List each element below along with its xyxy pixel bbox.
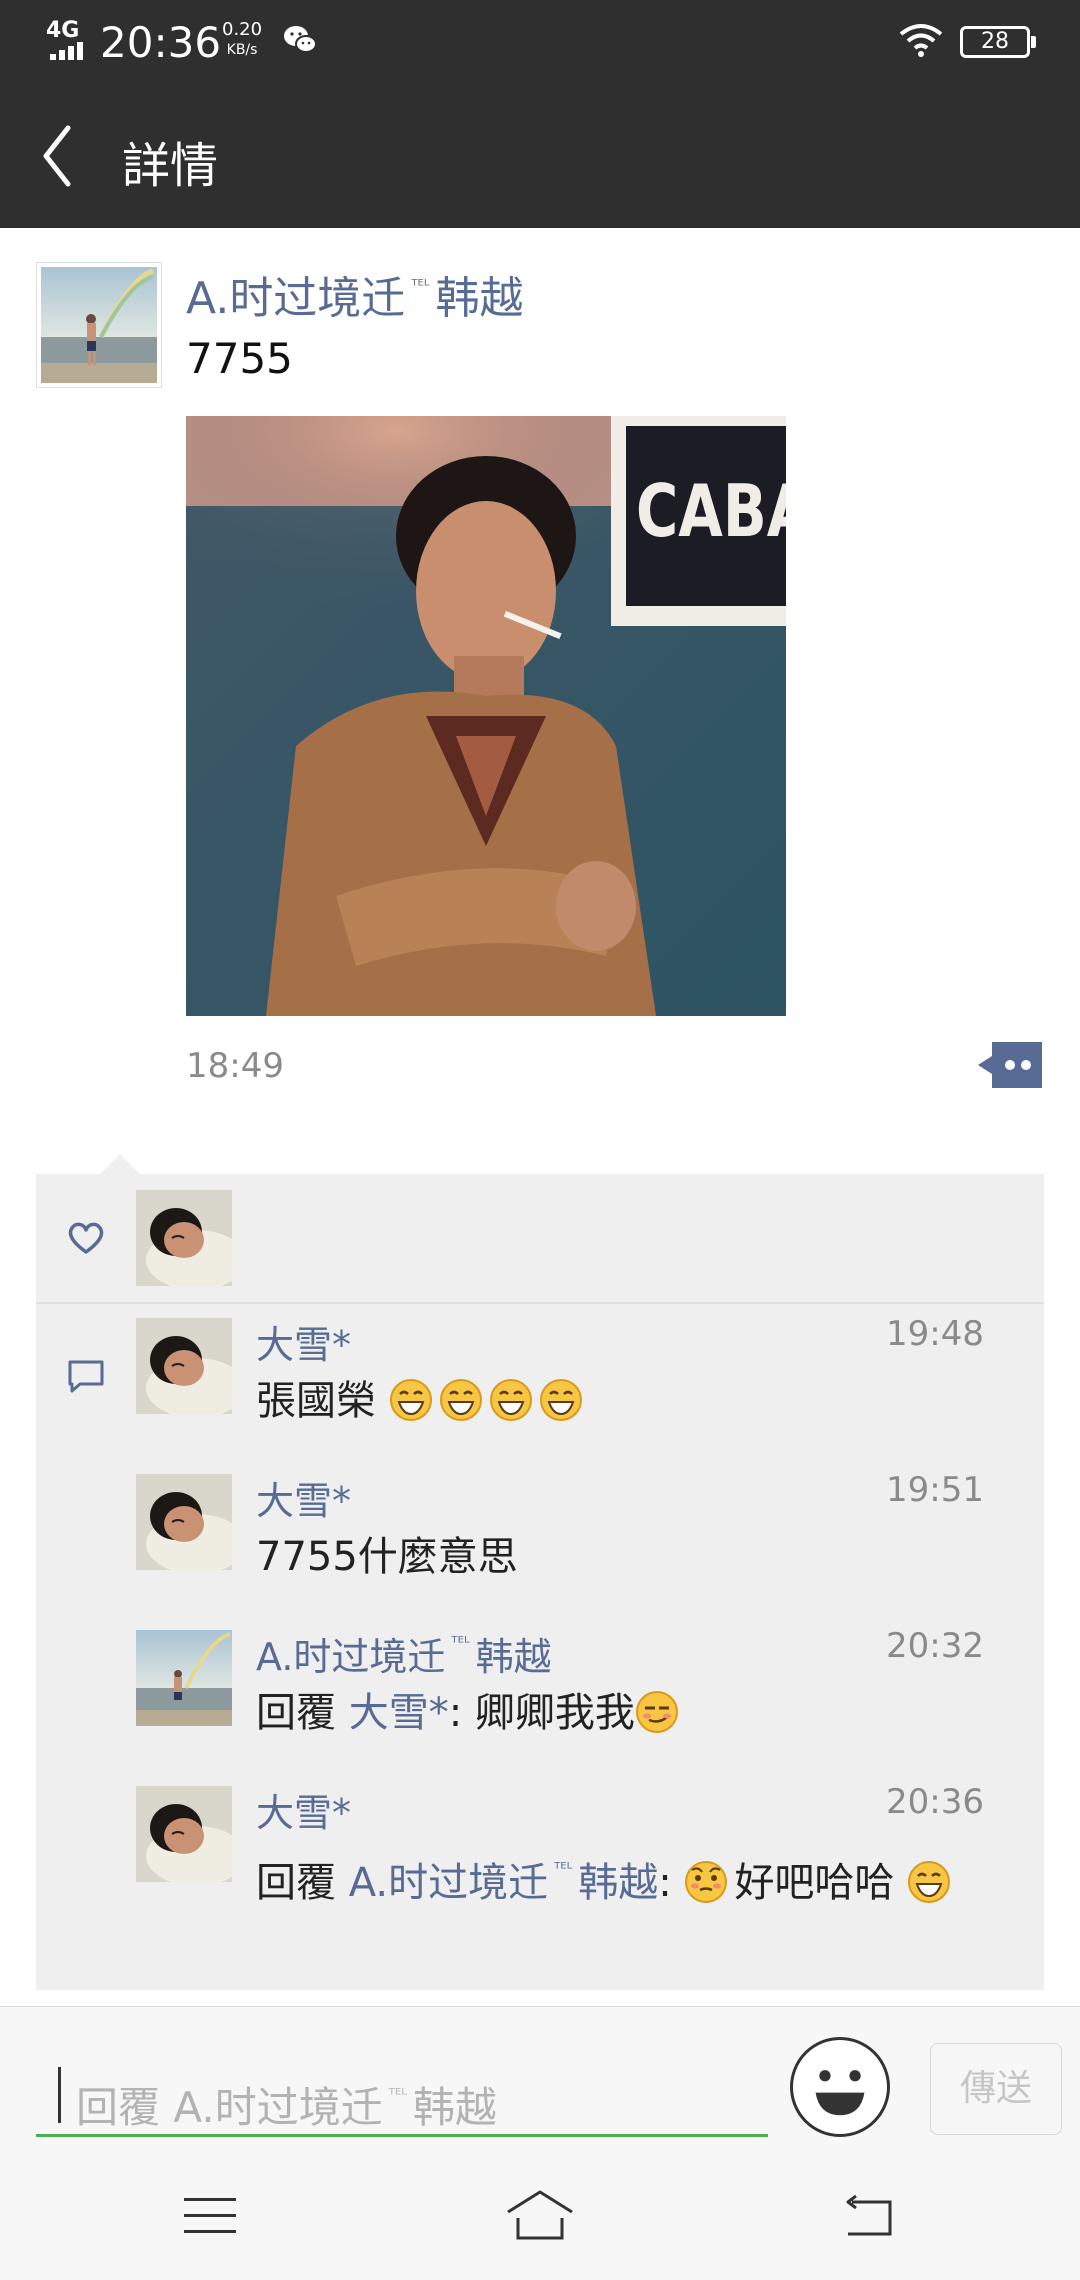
send-button[interactable]: 傳送: [930, 2043, 1062, 2135]
reply-mention[interactable]: A.时过境迁 ᵀᴱᴸ 韩越: [349, 1859, 659, 1906]
comment-author[interactable]: A.时过境迁 ᵀᴱᴸ 韩越: [256, 1626, 552, 1681]
interaction-panel: 大雪* 19:48 張國榮 大雪* 19:51 7755什麼意思 A.时过境迁 …: [36, 1154, 1044, 1990]
signal-icon: 4G: [44, 18, 92, 60]
back-icon[interactable]: [842, 2194, 896, 2238]
home-icon[interactable]: [504, 2188, 576, 2242]
post-text: 7755: [186, 334, 293, 383]
menu-icon[interactable]: [184, 2196, 236, 2236]
heart-icon: [68, 1222, 104, 1254]
back-arrow-icon[interactable]: [38, 118, 98, 194]
reply-placeholder: 回覆 A.时过境迁 ᵀᴱᴸ 韩越: [76, 2083, 497, 2132]
post-author[interactable]: A.时过境迁 ᵀᴱᴸ 韩越: [186, 262, 523, 326]
page-title: 詳情: [122, 138, 219, 194]
reply-input[interactable]: 回覆 A.时过境迁 ᵀᴱᴸ 韩越: [36, 2053, 768, 2137]
reply-mention[interactable]: 大雪*: [349, 1690, 449, 1736]
comment-author[interactable]: 大雪*: [256, 1470, 351, 1525]
comment-text: 張國榮: [256, 1372, 1036, 1430]
comment-icon: [68, 1360, 104, 1393]
battery-indicator: 28: [960, 26, 1036, 58]
status-time: 20:36: [100, 18, 222, 67]
comment-text: 7755什麼意思: [256, 1534, 518, 1580]
grin-emoji-icon: [439, 1379, 482, 1421]
wifi-icon: [899, 24, 943, 57]
network-speed: 0.20 KB/s: [222, 19, 263, 59]
post-photo[interactable]: CABAI: [186, 416, 786, 1016]
grin-emoji-icon: [489, 1379, 532, 1421]
comment-author[interactable]: 大雪*: [256, 1782, 351, 1837]
shy-emoji-icon: [685, 1861, 728, 1903]
comment-time: 19:51: [886, 1470, 984, 1510]
comment-time: 20:36: [886, 1782, 984, 1822]
status-bar: 4G 20:36 0.20 KB/s 28: [0, 0, 1080, 84]
avatar-image: [41, 267, 157, 383]
comment-menu-icon[interactable]: [978, 1040, 1044, 1090]
emoji-icon[interactable]: [790, 2037, 890, 2137]
sign-text: CABAI: [636, 470, 786, 554]
title-bar: 詳情: [0, 84, 1080, 228]
avatar[interactable]: [136, 1474, 232, 1570]
network-type: 4G: [46, 18, 80, 43]
avatar[interactable]: [136, 1318, 232, 1414]
comment-time: 20:32: [886, 1626, 984, 1666]
grin-emoji-icon: [908, 1861, 951, 1903]
author-avatar[interactable]: [36, 262, 162, 388]
post-time: 18:49: [186, 1046, 284, 1086]
smirk-emoji-icon: [635, 1691, 678, 1733]
comment-text: 回覆 大雪*: 卿卿我我: [256, 1684, 1036, 1742]
likes-row: [36, 1174, 1044, 1304]
grin-emoji-icon: [389, 1379, 432, 1421]
grin-emoji-icon: [539, 1379, 582, 1421]
wechat-icon: [284, 26, 317, 53]
comment-text: 回覆 A.时过境迁 ᵀᴱᴸ 韩越: 好吧哈哈: [256, 1840, 1036, 1912]
avatar[interactable]: [136, 1630, 232, 1726]
avatar[interactable]: [136, 1190, 232, 1286]
avatar[interactable]: [136, 1786, 232, 1882]
comment-time: 19:48: [886, 1314, 984, 1354]
comment-author[interactable]: 大雪*: [256, 1314, 351, 1369]
